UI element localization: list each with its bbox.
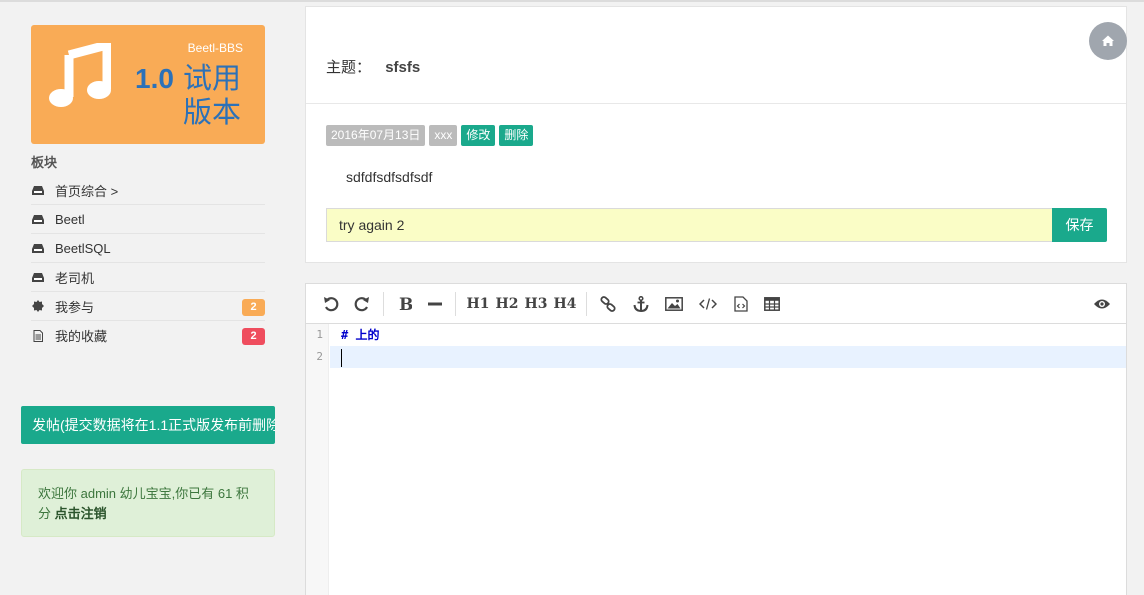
file-text-icon bbox=[33, 329, 43, 342]
table-icon[interactable] bbox=[763, 294, 781, 314]
date-tag: 2016年07月13日 bbox=[326, 125, 426, 146]
code-block-icon[interactable] bbox=[733, 294, 749, 314]
horizontal-rule-icon[interactable] bbox=[427, 294, 443, 314]
topic-label: 主题： bbox=[326, 59, 372, 76]
code-icon[interactable] bbox=[699, 294, 717, 314]
heading-3-button[interactable]: H3 bbox=[525, 294, 548, 314]
toolbar-separator bbox=[586, 292, 587, 316]
author-tag: xxx bbox=[429, 125, 458, 146]
sidebar-item-beetlsql[interactable]: BeetlSQL bbox=[31, 234, 265, 263]
heading-1-button[interactable]: H1 bbox=[467, 294, 490, 314]
preview-eye-icon[interactable] bbox=[1092, 294, 1112, 314]
sidebar-item-beetl[interactable]: Beetl bbox=[31, 205, 265, 234]
sidebar-item-label: Beetl bbox=[55, 211, 85, 227]
redo-icon[interactable] bbox=[353, 294, 371, 314]
certificate-icon bbox=[32, 300, 44, 312]
count-badge: 2 bbox=[242, 328, 265, 345]
line-number-gutter: 1 2 bbox=[306, 324, 329, 595]
markdown-editor: B H1 H2 H3 H4 1 2 # 上的 bbox=[305, 283, 1127, 595]
sidebar-item-label: 我的收藏 bbox=[55, 329, 108, 344]
code-line[interactable]: # 上的 bbox=[330, 324, 1126, 346]
home-icon bbox=[1102, 35, 1114, 46]
count-badge: 2 bbox=[242, 299, 265, 316]
inbox-icon bbox=[32, 244, 44, 253]
sidebar-item-label: 首页综合 > bbox=[55, 183, 119, 199]
sidebar-item-label: 老司机 bbox=[55, 270, 95, 286]
text-cursor bbox=[341, 348, 342, 367]
svg-text:B: B bbox=[399, 296, 412, 312]
toolbar-separator bbox=[383, 292, 384, 316]
edit-button[interactable]: 修改 bbox=[461, 125, 496, 146]
sidebar-item-label: BeetlSQL bbox=[55, 240, 111, 256]
sidebar-item-laosiji[interactable]: 老司机 bbox=[31, 263, 265, 292]
heading-4-button[interactable]: H4 bbox=[554, 294, 577, 314]
welcome-panel: 欢迎你 admin 幼儿宝宝,你已有 61 积分 点击注销 bbox=[21, 469, 275, 537]
logo-version-number: 1.0 bbox=[135, 63, 174, 94]
topic-title: sfsfs bbox=[385, 59, 421, 76]
site-logo[interactable]: Beetl-BBS 1.0 试用版本 bbox=[31, 25, 265, 144]
inbox-icon bbox=[32, 273, 44, 282]
topic-panel: 主题： sfsfs 2016年07月13日 xxx 修改 删除 sdfdfsdf… bbox=[305, 6, 1127, 263]
top-border bbox=[0, 0, 1144, 2]
heading-2-button[interactable]: H2 bbox=[496, 294, 519, 314]
topic-header: 主题： sfsfs bbox=[326, 56, 420, 77]
code-line-active[interactable] bbox=[330, 346, 1126, 368]
divider bbox=[306, 103, 1126, 104]
music-note-icon bbox=[49, 43, 111, 107]
image-icon[interactable] bbox=[665, 294, 683, 314]
save-button[interactable]: 保存 bbox=[1052, 208, 1107, 242]
home-button[interactable] bbox=[1089, 22, 1127, 60]
logout-link[interactable]: 点击注销 bbox=[55, 506, 107, 521]
undo-icon[interactable] bbox=[322, 294, 340, 314]
sidebar-item-label: 我参与 bbox=[55, 299, 95, 315]
sidebar-item-favorites[interactable]: 我的收藏 2 bbox=[31, 321, 265, 350]
inbox-icon bbox=[32, 186, 44, 195]
line-number: 1 bbox=[316, 328, 323, 341]
editor-text-area[interactable]: # 上的 bbox=[330, 324, 1126, 368]
inbox-icon bbox=[32, 215, 44, 224]
sidebar-item-participated[interactable]: 我参与 2 bbox=[31, 292, 265, 321]
new-post-button[interactable]: 发帖(提交数据将在1.1正式版发布前删除) bbox=[21, 406, 275, 444]
topic-content: sdfdfsdfsdfsdf bbox=[346, 169, 433, 185]
sidebar-item-home[interactable]: 首页综合 > bbox=[31, 176, 265, 205]
toolbar-separator bbox=[455, 292, 456, 316]
editor-toolbar: B H1 H2 H3 H4 bbox=[306, 284, 1126, 324]
logo-brand: Beetl-BBS bbox=[187, 41, 243, 55]
line-number: 2 bbox=[316, 350, 323, 363]
bold-icon[interactable]: B bbox=[396, 294, 414, 314]
topic-meta-tags: 2016年07月13日 xxx 修改 删除 bbox=[326, 125, 534, 146]
sidebar-nav: 首页综合 > Beetl BeetlSQL 老司机 我参与 2 我的收藏 2 bbox=[31, 176, 265, 350]
anchor-icon[interactable] bbox=[632, 294, 650, 314]
reply-input[interactable] bbox=[326, 208, 1053, 242]
logo-version-text: 试用版本 bbox=[183, 61, 242, 129]
link-icon[interactable] bbox=[599, 294, 617, 314]
sidebar-section-title: 板块 bbox=[31, 155, 58, 170]
delete-button[interactable]: 删除 bbox=[499, 125, 534, 146]
